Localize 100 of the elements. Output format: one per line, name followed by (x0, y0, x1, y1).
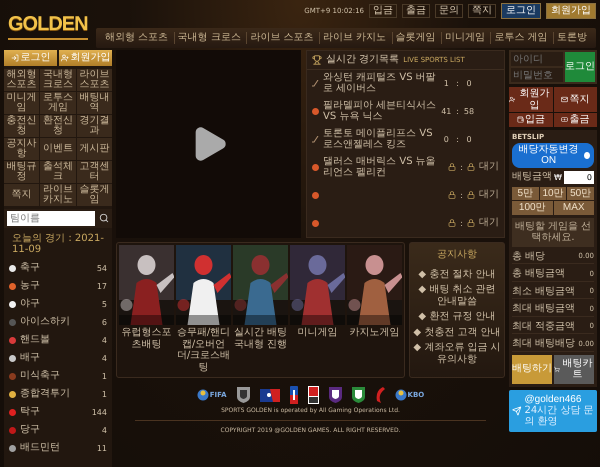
emblem-icon (308, 386, 319, 404)
send-icon (512, 404, 522, 418)
notice-link[interactable]: ◆ 배팅 취소 관련 안내말씀 (412, 284, 502, 307)
sport-item[interactable]: 당구 4 (4, 422, 112, 438)
menu-item[interactable]: 쪽지 (4, 184, 40, 206)
amount-button[interactable]: 50만 (567, 186, 594, 200)
match-row[interactable]: 댈러스 매버릭스 VS 뉴올리언스 펠리컨 : 대기 (307, 153, 504, 182)
notice-link[interactable]: ◆ 첫충전 고객 안내 (413, 326, 501, 338)
search-icon[interactable] (99, 213, 109, 223)
account-button[interactable]: 회원가입 (509, 87, 552, 112)
menu-item[interactable]: 이벤트 (40, 138, 76, 160)
login-icon (10, 54, 18, 62)
menu-item[interactable]: 환전신청 (40, 114, 76, 136)
match-name: 토론토 메이플리프스 VS 로스앤젤레스 킹즈 (323, 128, 434, 151)
menu-item[interactable]: 슬롯게임 (76, 184, 112, 206)
score-separator: : (456, 106, 459, 116)
logo[interactable]: GOLDEN (8, 10, 88, 40)
sport-item[interactable]: 미식축구 1 (4, 368, 112, 384)
menu-item[interactable]: 라이브 카지노 (40, 184, 76, 206)
match-status: 대기 (479, 161, 499, 173)
lock-icon (467, 219, 475, 228)
login-button[interactable]: 로그인 (501, 3, 541, 18)
nav-link[interactable]: 토론방 (553, 32, 590, 44)
sport-item[interactable]: 종합격투기 1 (4, 386, 112, 402)
menu-item[interactable]: 해외형 스포츠 (4, 68, 40, 90)
account-button[interactable]: 쪽지 (554, 87, 597, 112)
amount-label: 배팅금액 (512, 171, 552, 183)
amount-button[interactable]: 5만 (512, 186, 539, 200)
match-status: 대기 (479, 189, 499, 201)
menu-item[interactable]: 게시판 (76, 138, 112, 160)
sport-item[interactable]: 탁구 144 (4, 404, 112, 420)
card-label[interactable]: 카지노게임 (347, 327, 402, 338)
amount-button[interactable]: MAX (554, 201, 594, 214)
amount-button[interactable]: 100만 (512, 201, 552, 214)
wallet-icon (516, 116, 524, 124)
flag-icon (260, 388, 280, 402)
nav-link[interactable]: 라이브 스포츠 (246, 32, 316, 44)
search-field[interactable]: 팀이름 (7, 210, 95, 226)
score-separator: : (460, 190, 463, 200)
globe-icon (394, 389, 407, 401)
sport-item[interactable]: 축구 54 (4, 260, 112, 276)
betslip-message: 배팅할 게임을 선택하세요. (512, 218, 594, 246)
emblem-icon (374, 387, 385, 403)
amount-button[interactable]: 10만 (540, 186, 566, 200)
sport-item[interactable]: 배구 4 (4, 350, 112, 366)
menu-item[interactable]: 로투스게임 (40, 92, 76, 114)
sport-item[interactable]: 핸드볼 4 (4, 332, 112, 348)
banknote-icon (561, 116, 568, 124)
join-button[interactable]: 회원가입 (546, 3, 596, 18)
utility-link[interactable]: 출금 (402, 4, 430, 18)
menu-item[interactable]: 공지사항 (4, 138, 40, 160)
login-button[interactable]: 로그인 (565, 52, 595, 82)
utility-link[interactable]: 입금 (369, 4, 397, 18)
summary-label: 최소 배팅금액 (512, 286, 576, 297)
nav-link[interactable]: 슬롯게임 (392, 32, 438, 44)
match-row[interactable]: : 대기 (307, 209, 504, 238)
ball-icon (312, 164, 319, 171)
sport-item[interactable]: 배드민턴 11 (4, 440, 112, 456)
menu-item[interactable]: 배팅내역 (76, 92, 112, 114)
card-label[interactable]: 승무패/핸디캡/오버언더/크로스배팅 (176, 327, 231, 373)
stick-icon (312, 136, 319, 143)
match-name: 댈러스 매버릭스 VS 뉴올리언스 펠리컨 (323, 156, 437, 179)
notice-link[interactable]: ◆ 환전 규정 안내 (418, 311, 496, 322)
amount-field[interactable]: 0 (564, 170, 594, 184)
card-label[interactable]: 미니게임 (290, 327, 345, 338)
sport-item[interactable]: 아이스하키 6 (4, 314, 112, 330)
menu-item[interactable]: 출석체크 (40, 160, 76, 182)
account-button[interactable]: 출금 (554, 113, 597, 126)
utility-link[interactable]: 문의 (435, 4, 463, 18)
match-row[interactable]: 토론토 메이플리프스 VS 로스앤젤레스 킹즈 0 : 0 (307, 125, 504, 154)
match-row[interactable]: : 대기 (307, 181, 504, 210)
menu-item[interactable]: 고객센터 (76, 160, 112, 182)
menu-item[interactable]: 충전신청 (4, 114, 40, 136)
menu-item[interactable]: 미니게임 (4, 92, 40, 114)
emblem-icon (290, 386, 298, 404)
password-field[interactable]: 비밀번호 (511, 68, 563, 82)
panel-title: 실시간 경기목록 (326, 54, 400, 66)
notice-link[interactable]: ◆ 충전 절차 안내 (418, 268, 496, 280)
auto-odds-toggle[interactable]: 배당자동변경 ON (512, 142, 594, 168)
currency-sign: ₩ (554, 172, 562, 182)
score: 0 (465, 134, 473, 144)
nav-link[interactable]: 로투스 게임 (490, 32, 551, 44)
id-field[interactable]: 아이디 (511, 52, 563, 66)
nav-link[interactable]: 국내형 크로스 (174, 32, 244, 44)
sport-item[interactable]: 농구 17 (4, 278, 112, 294)
menu-item[interactable]: 라이브 스포츠 (76, 68, 112, 90)
nav-link[interactable]: 미니게임 (440, 32, 488, 44)
card-label[interactable]: 유럽형스포츠배팅 (119, 327, 174, 350)
score: 58 (463, 106, 475, 116)
nav-link[interactable]: 해외형 스포츠 (102, 32, 172, 44)
cart-button[interactable]: 배팅카트 (554, 354, 594, 384)
card-label[interactable]: 실시간 배팅 국내형 진행 (233, 327, 288, 350)
notice-link[interactable]: ◆ 계좌오류 입금 시 유의사항 (412, 342, 502, 365)
account-button[interactable]: 입금 (509, 113, 552, 126)
menu-item[interactable]: 배팅규정 (4, 160, 40, 182)
nav-link[interactable]: 라이브 카지노 (318, 32, 390, 44)
menu-item[interactable]: 국내형 크로스 (40, 68, 76, 90)
sport-item[interactable]: 야구 5 (4, 296, 112, 312)
utility-link[interactable]: 쪽지 (468, 4, 496, 18)
menu-item[interactable]: 경기결과 (76, 114, 112, 136)
